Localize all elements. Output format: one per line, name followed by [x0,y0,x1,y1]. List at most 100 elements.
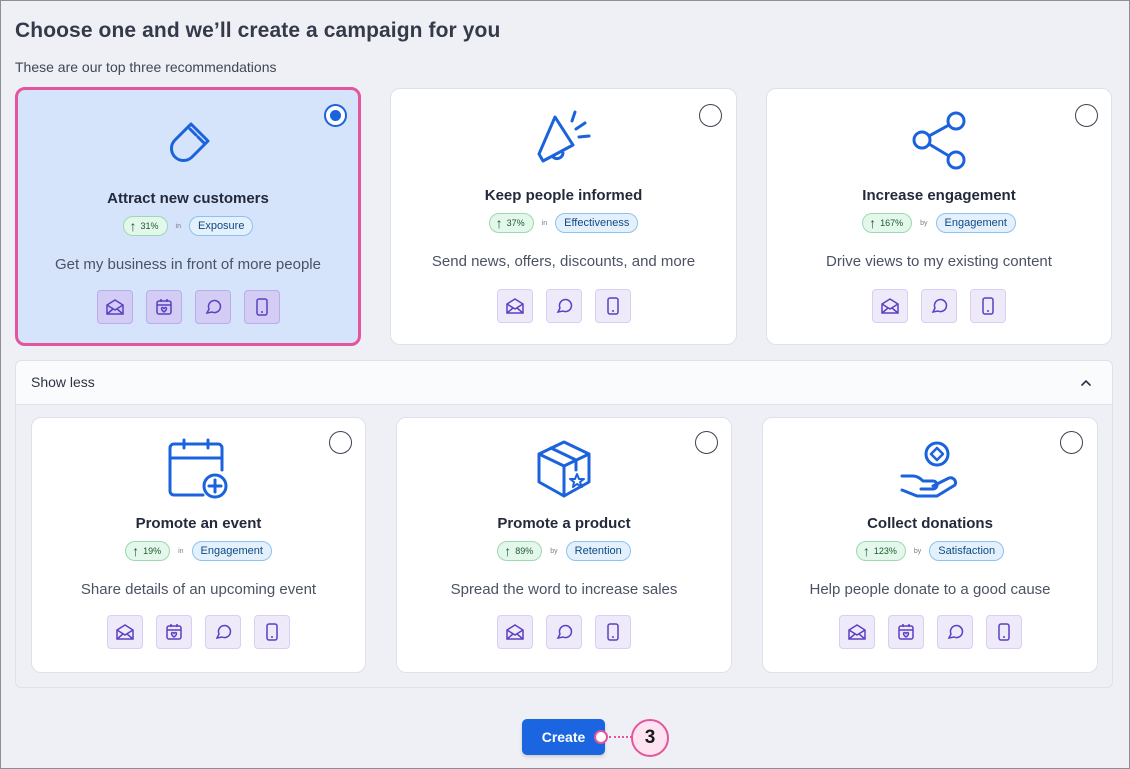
growth-value: 89% [515,546,534,556]
create-button[interactable]: Create [522,719,605,755]
growth-badge: ↑ 19% [125,541,171,561]
category-badge: Engagement [191,541,272,561]
card-description: Spread the word to increase sales [450,581,678,598]
card-title: Increase engagement [862,187,1016,204]
channel-icons [763,615,1097,649]
calendar-add-icon [167,438,231,505]
card-stats: ↑ 37% in Effectiveness [391,213,736,233]
card-description: Get my business in front of more people [55,256,321,273]
email-icon [872,289,908,323]
stat-joiner: in [178,547,184,555]
sms-icon [243,290,280,324]
campaign-card-attract-new-customers[interactable]: Attract new customers ↑ 31% in Exposure G… [15,87,361,346]
callout-connector [609,736,632,738]
category-badge: Satisfaction [929,541,1005,561]
stat-joiner: in [175,222,181,230]
card-description: Drive views to my existing content [826,253,1052,270]
callout-pointer [594,730,608,744]
category-badge: Engagement [935,213,1016,233]
card-radio[interactable] [1060,431,1083,454]
megaphone-icon [533,109,595,176]
magnet-icon [160,114,216,175]
card-stats: ↑ 19% in Engagement [32,541,365,561]
card-stats: ↑ 89% by Retention [397,541,731,561]
category-badge: Exposure [188,216,254,236]
step-callout-badge: 3 [631,719,669,757]
card-stats: ↑ 167% by Engagement [767,213,1111,233]
category-badge: Retention [565,541,631,561]
social-icon [545,289,582,323]
sms-icon [254,615,290,649]
share-icon [909,109,969,176]
channel-icons [18,290,358,324]
arrow-up-icon: ↑ [495,215,503,231]
show-less-label: Show less [31,374,95,390]
card-description: Send news, offers, discounts, and more [431,253,696,270]
social-icon [546,615,582,649]
campaign-card-collect-donations[interactable]: Collect donations ↑ 123% by Satisfaction … [762,417,1098,673]
card-title: Keep people informed [484,187,643,204]
campaign-card-keep-people-informed[interactable]: Keep people informed ↑ 37% in Effectivene… [390,88,737,345]
arrow-up-icon: ↑ [869,215,877,231]
card-radio-selected[interactable] [324,104,347,127]
product-box-icon [534,438,594,505]
growth-value: 19% [143,546,162,556]
email-icon [96,290,133,324]
channel-icons [391,289,736,323]
arrow-up-icon: ↑ [862,543,870,559]
chevron-up-icon [1080,375,1092,393]
stat-joiner: by [550,547,558,555]
growth-badge: ↑ 123% [855,541,906,561]
card-stats: ↑ 31% in Exposure [18,216,358,236]
card-description: Share details of an upcoming event [80,581,317,598]
stat-joiner: by [920,219,928,227]
category-badge: Effectiveness [555,213,639,233]
channel-icons [767,289,1111,323]
calendar-icon [156,615,192,649]
social-icon [194,290,231,324]
email-icon [838,615,875,649]
calendar-icon [145,290,182,324]
campaign-card-promote-an-event[interactable]: Promote an event ↑ 19% in Engagement Shar… [31,417,366,673]
growth-value: 167% [880,218,904,228]
card-radio[interactable] [329,431,352,454]
growth-value: 37% [506,218,525,228]
card-title: Promote a product [497,515,631,532]
card-radio[interactable] [699,104,722,127]
show-less-toggle[interactable]: Show less [16,361,1112,405]
sms-icon [595,615,631,649]
donation-hand-icon [899,438,961,505]
sms-icon [594,289,631,323]
email-icon [496,289,533,323]
calendar-icon [887,615,924,649]
sms-icon [985,615,1022,649]
growth-value: 123% [873,546,897,556]
page-subtitle: These are our top three recommendations [15,59,277,75]
email-icon [107,615,143,649]
channel-icons [397,615,731,649]
card-radio[interactable] [695,431,718,454]
sms-icon [970,289,1006,323]
growth-badge: ↑ 89% [497,541,543,561]
campaign-card-promote-a-product[interactable]: Promote a product ↑ 89% by Retention Spre… [396,417,732,673]
growth-badge: ↑ 31% [122,216,168,236]
card-stats: ↑ 123% by Satisfaction [763,541,1097,561]
card-title: Attract new customers [107,190,269,207]
campaign-card-increase-engagement[interactable]: Increase engagement ↑ 167% by Engagement … [766,88,1112,345]
growth-badge: ↑ 37% [488,213,534,233]
stat-joiner: in [541,219,548,227]
social-icon [205,615,241,649]
email-icon [497,615,533,649]
card-radio[interactable] [1075,104,1098,127]
more-campaigns-panel: Show less Promote an event ↑ 19% in Engag… [15,360,1113,688]
card-title: Promote an event [135,515,262,532]
page-title: Choose one and we’ll create a campaign f… [15,19,501,42]
arrow-up-icon: ↑ [504,543,512,559]
arrow-up-icon: ↑ [132,543,140,559]
card-description: Help people donate to a good cause [809,581,1051,598]
card-title: Collect donations [867,515,993,532]
growth-badge: ↑ 167% [862,213,913,233]
channel-icons [32,615,365,649]
stat-joiner: by [913,547,922,555]
social-icon [921,289,957,323]
